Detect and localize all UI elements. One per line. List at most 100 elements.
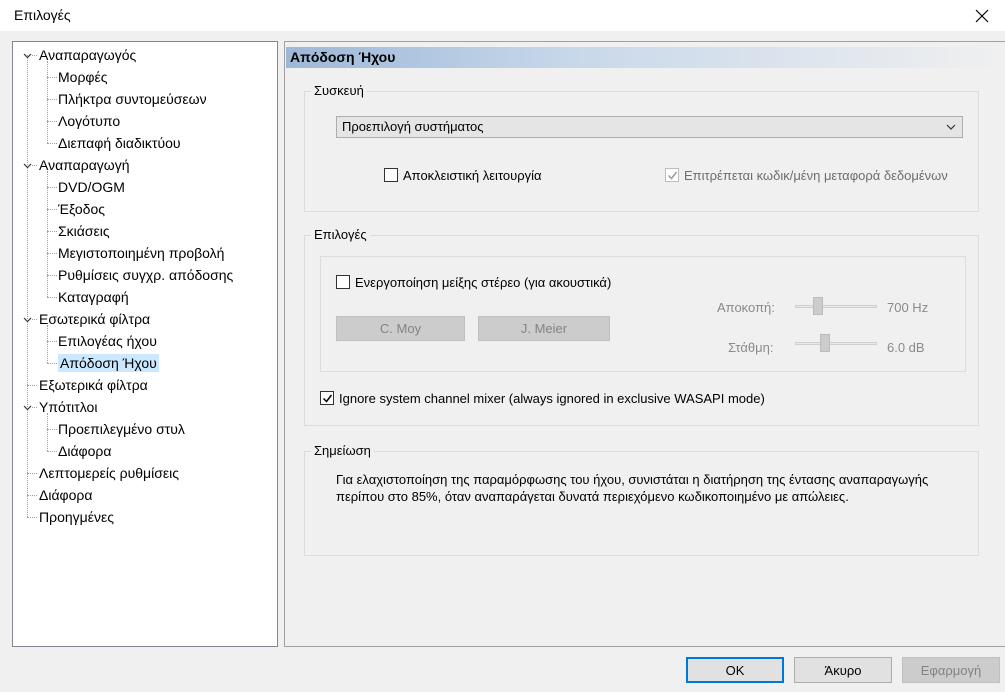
- tree-item-label: Εσωτερικά φίλτρα: [39, 311, 151, 327]
- tree-item[interactable]: Ρυθμίσεις συγχρ. απόδοσης: [58, 265, 233, 285]
- tree-child-line: [47, 413, 48, 451]
- note-line-1: Για ελαχιστοποίηση της παραμόρφωσης του …: [336, 472, 929, 487]
- cmoy-button[interactable]: C. Moy: [336, 316, 465, 341]
- tree-item-label: Εξωτερικά φίλτρα: [39, 377, 148, 393]
- exclusive-mode-checkbox[interactable]: Αποκλειστική λειτουργία: [384, 166, 542, 184]
- tree-connector: [27, 385, 37, 386]
- tree-item-label: Μεγιστοποιημένη προβολή: [58, 245, 225, 261]
- cancel-button[interactable]: Άκυρο: [794, 657, 892, 683]
- bitstream-checkbox[interactable]: Επιτρέπεται κωδικ/μένη μεταφορά δεδομένω…: [665, 166, 948, 184]
- tree-item[interactable]: Σκιάσεις: [58, 221, 110, 241]
- tree-item[interactable]: Έξοδος: [58, 199, 105, 219]
- tree-item-label: Προεπιλεγμένο στυλ: [58, 421, 185, 437]
- tree-connector: [47, 363, 57, 364]
- tree-connector: [47, 143, 57, 144]
- tree-item-label: Πλήκτρα συντομεύσεων: [58, 91, 207, 107]
- checkmark-icon: [667, 171, 677, 180]
- tree-item-label: Διεπαφή διαδικτύου: [58, 135, 181, 151]
- cutoff-slider-thumb[interactable]: [813, 297, 823, 315]
- tree-connector: [27, 517, 37, 518]
- ignore-mixer-checkbox-box: [320, 391, 334, 405]
- tree-root-line: [27, 55, 28, 517]
- tree-item-label: Προηγμένες: [39, 509, 114, 525]
- bitstream-label: Επιτρέπεται κωδικ/μένη μεταφορά δεδομένω…: [684, 167, 948, 183]
- jmeier-button[interactable]: J. Meier: [478, 316, 610, 341]
- tree-item[interactable]: Μορφές: [58, 67, 107, 87]
- level-slider-thumb[interactable]: [820, 334, 830, 352]
- note-legend: Σημείωση: [311, 443, 374, 459]
- tree-item[interactable]: Προεπιλεγμένο στυλ: [58, 419, 185, 439]
- device-select[interactable]: Προεπιλογή συστήματος: [336, 116, 963, 138]
- level-slider-track: [795, 342, 877, 345]
- apply-button-label: Εφαρμογή: [920, 662, 982, 678]
- cmoy-button-label: C. Moy: [379, 321, 422, 336]
- tree-item-label: Απόδοση Ήχου: [58, 354, 159, 372]
- bitstream-checkbox-box: [665, 168, 679, 182]
- crossfeed-label: Ενεργοποίηση μείξης στέρεο (για ακουστικ…: [355, 274, 612, 290]
- tree-item[interactable]: Επιλογέας ήχου: [58, 331, 157, 351]
- exclusive-checkbox-box: [384, 168, 398, 182]
- tree-item[interactable]: Απόδοση Ήχου: [58, 353, 159, 373]
- tree-item-label: Σκιάσεις: [58, 223, 110, 239]
- exclusive-mode-label: Αποκλειστική λειτουργία: [403, 167, 542, 183]
- tree-item[interactable]: Λογότυπο: [58, 111, 120, 131]
- tree-connector: [47, 99, 57, 100]
- tree-item[interactable]: Εξωτερικά φίλτρα: [39, 375, 148, 395]
- options-legend: Επιλογές: [311, 227, 370, 243]
- tree-item[interactable]: Προηγμένες: [39, 507, 114, 527]
- cutoff-slider-track: [795, 305, 877, 308]
- tree-item[interactable]: Καταγραφή: [58, 287, 129, 307]
- apply-button[interactable]: Εφαρμογή: [902, 657, 1000, 683]
- tree-connector: [47, 451, 57, 452]
- tree-connector: [27, 495, 37, 496]
- tree-item[interactable]: Εσωτερικά φίλτρα: [39, 309, 150, 329]
- tree-item-label: Διάφορα: [58, 443, 112, 459]
- cutoff-slider[interactable]: [795, 297, 877, 317]
- cancel-button-label: Άκυρο: [824, 662, 862, 678]
- crossfeed-checkbox-box: [336, 275, 350, 289]
- close-button[interactable]: [959, 0, 1005, 31]
- chevron-down-icon: [946, 124, 956, 130]
- tree-item-label: Έξοδος: [58, 201, 105, 217]
- tree-item[interactable]: Διάφορα: [39, 485, 92, 505]
- tree-item[interactable]: Αναπαραγωγός: [39, 45, 136, 65]
- checkmark-icon: [322, 394, 332, 403]
- level-label: Στάθμη:: [728, 340, 774, 355]
- ignore-mixer-label: Ignore system channel mixer (always igno…: [339, 390, 765, 406]
- tree-item-label: Αναπαραγωγή: [39, 157, 130, 173]
- tree-connector: [47, 77, 57, 78]
- tree-item-label: Λεπτομερείς ρυθμίσεις: [39, 465, 179, 481]
- level-slider[interactable]: [795, 334, 877, 354]
- device-legend: Συσκευή: [311, 83, 367, 99]
- tree-connector: [47, 187, 57, 188]
- tree-item[interactable]: Πλήκτρα συντομεύσεων: [58, 89, 207, 109]
- title-bar: Επιλογές: [0, 0, 1005, 31]
- ok-button[interactable]: OK: [686, 657, 784, 683]
- tree-child-line: [47, 171, 48, 297]
- tree-item-label: Λογότυπο: [58, 113, 121, 129]
- tree-child-line: [47, 61, 48, 143]
- tree-item[interactable]: Διάφορα: [58, 441, 111, 461]
- device-group: Συσκευή: [304, 83, 979, 212]
- tree-item[interactable]: Αναπαραγωγή: [39, 155, 130, 175]
- close-icon: [975, 9, 989, 22]
- level-value: 6.0 dB: [887, 340, 925, 355]
- tree-item-label: Αναπαραγωγός: [39, 47, 137, 63]
- options-tree[interactable]: Αναπαραγωγός Μορφές Πλήκτρα συντομεύσεων Λο…: [12, 41, 278, 647]
- cutoff-value: 700 Hz: [887, 300, 929, 315]
- ignore-mixer-checkbox[interactable]: Ignore system channel mixer (always igno…: [320, 389, 765, 407]
- note-line-2: περίπου στο 85%, όταν αναπαράγεται δυνατ…: [336, 489, 849, 504]
- tree-item[interactable]: DVD/OGM: [58, 177, 125, 197]
- tree-connector: [27, 473, 37, 474]
- tree-item[interactable]: Μεγιστοποιημένη προβολή: [58, 243, 224, 263]
- page-title: Απόδοση Ήχου: [286, 47, 1005, 68]
- cutoff-label: Αποκοπή:: [717, 300, 775, 315]
- tree-connector: [47, 253, 57, 254]
- tree-item[interactable]: Λεπτομερείς ρυθμίσεις: [39, 463, 179, 483]
- tree-item[interactable]: Διεπαφή διαδικτύου: [58, 133, 181, 153]
- tree-item-label: DVD/OGM: [58, 179, 125, 195]
- crossfeed-checkbox[interactable]: Ενεργοποίηση μείξης στέρεο (για ακουστικ…: [336, 273, 611, 291]
- tree-connector: [47, 297, 57, 298]
- jmeier-button-label: J. Meier: [520, 321, 568, 336]
- tree-item-label: Διάφορα: [39, 487, 93, 503]
